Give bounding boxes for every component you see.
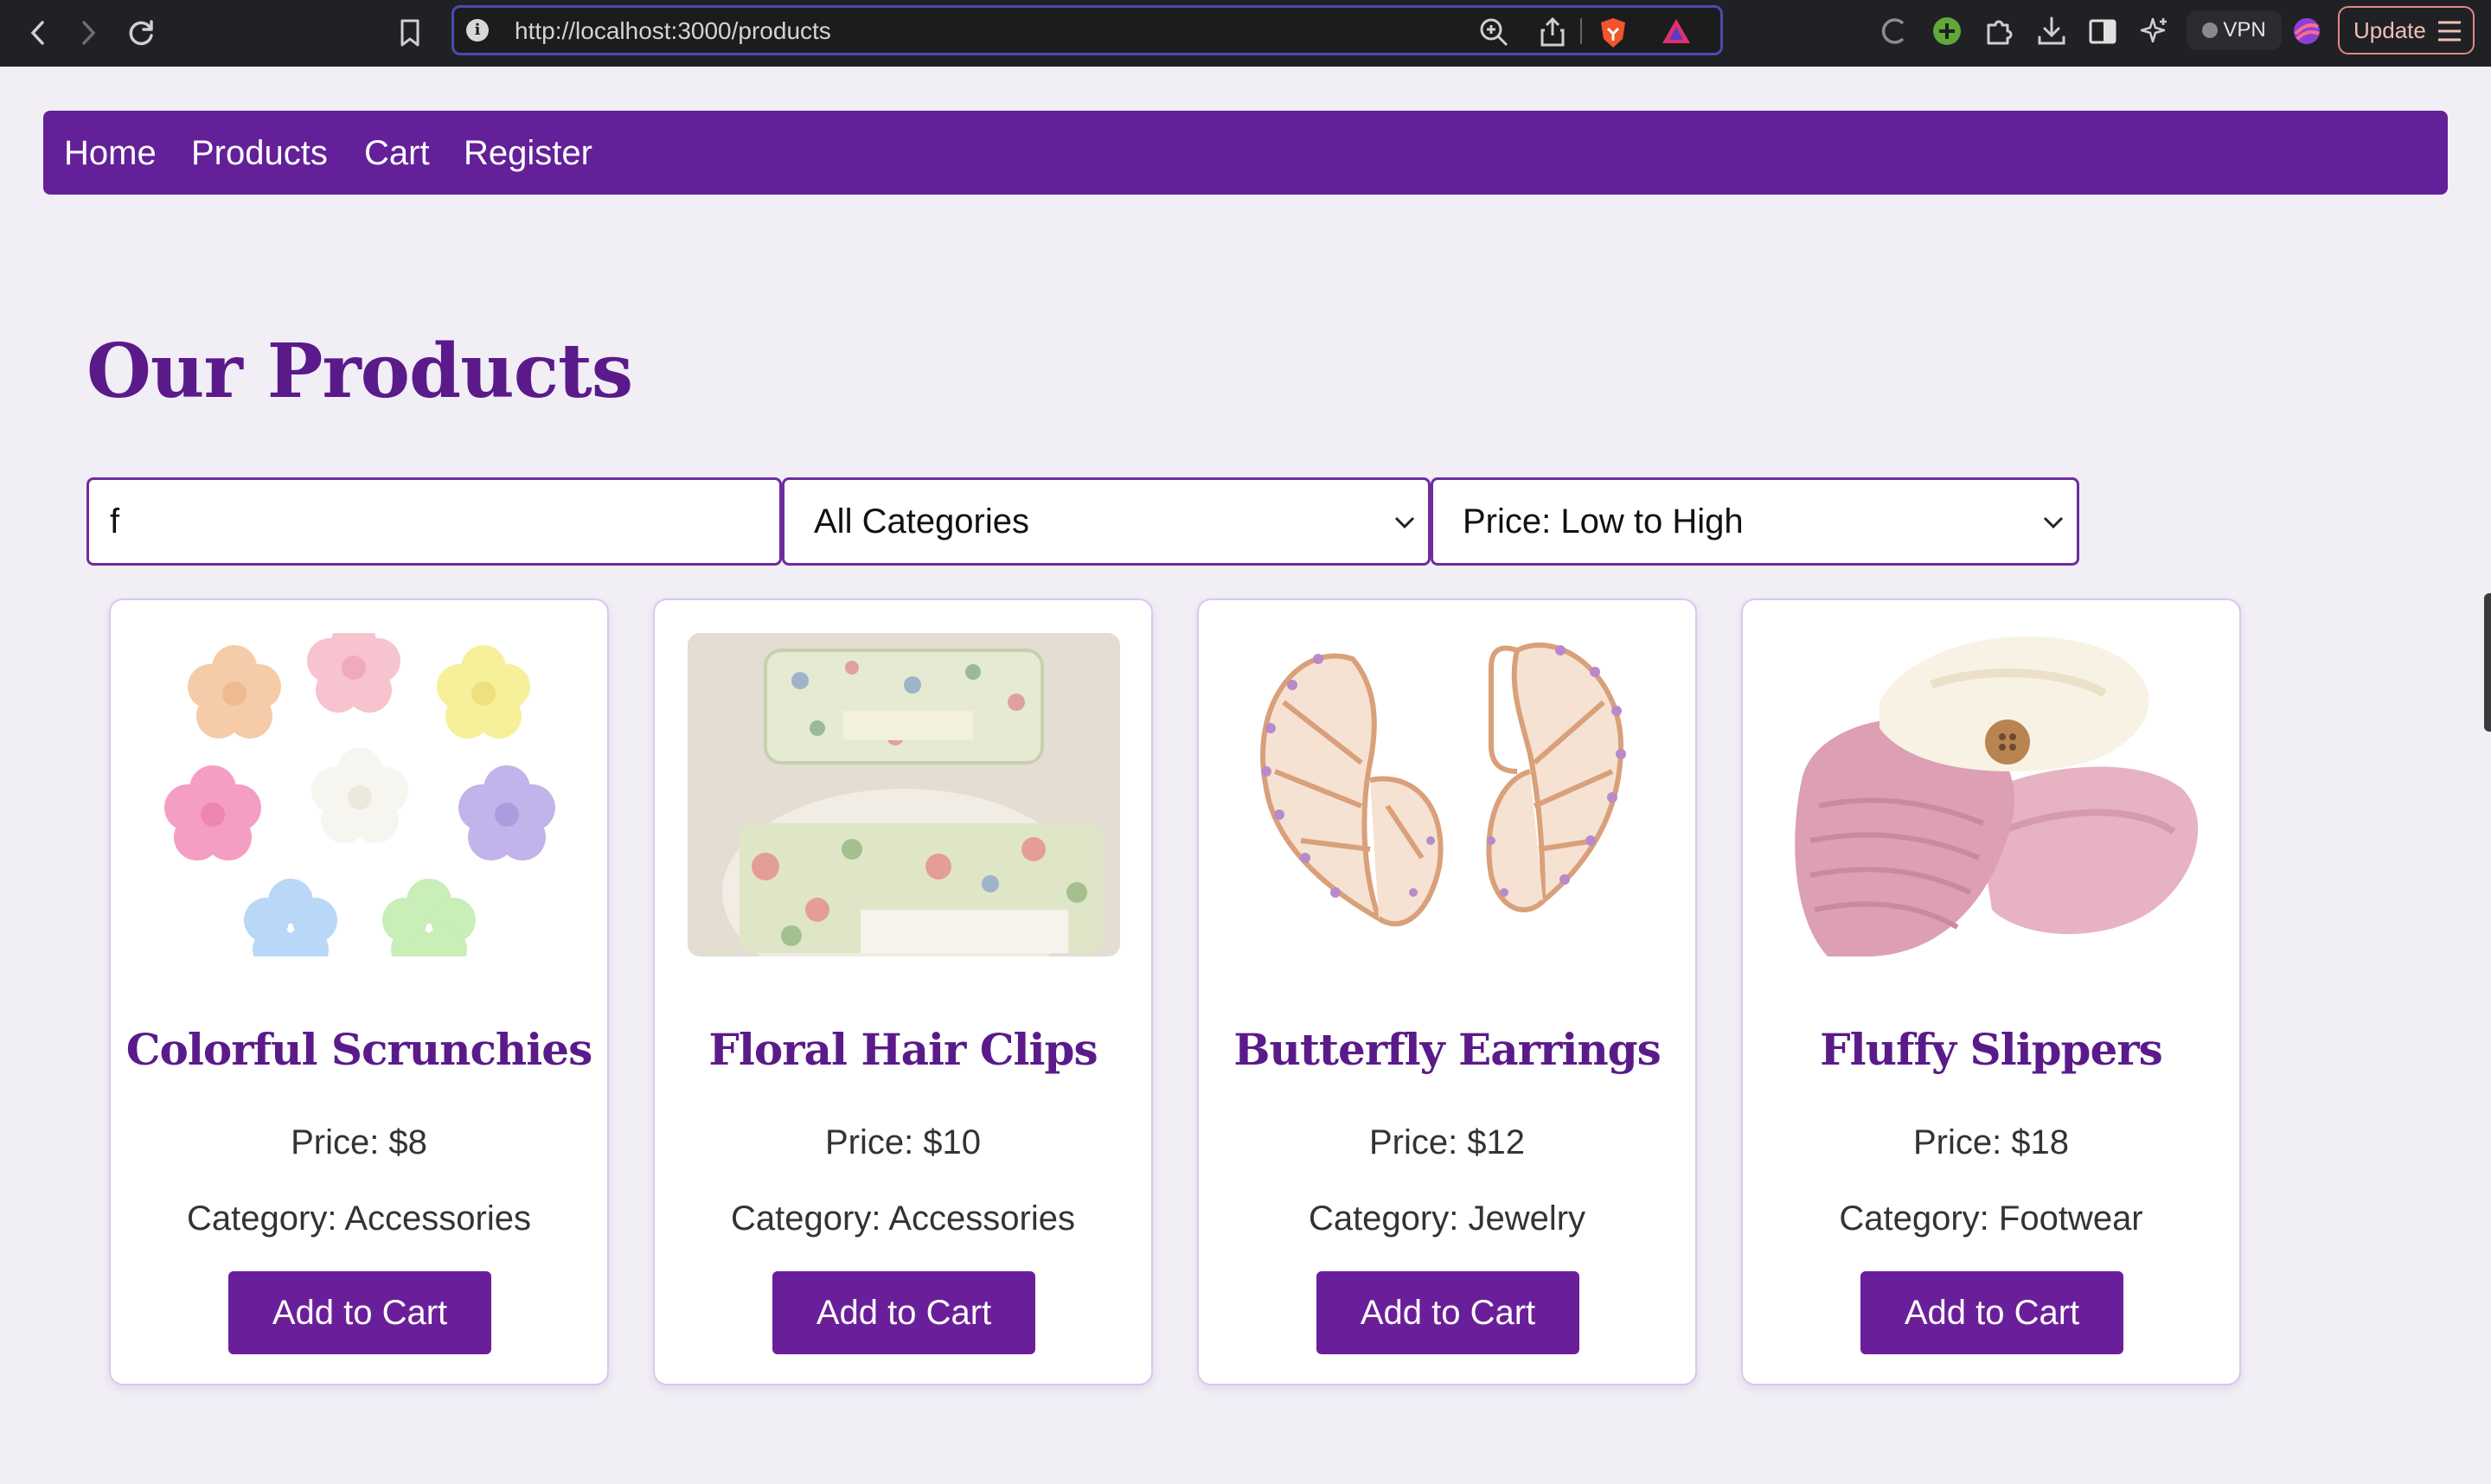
add-to-cart-button[interactable]: Add to Cart <box>772 1271 1035 1354</box>
leo-ai-icon[interactable] <box>2138 15 2171 48</box>
product-category: Category: Accessories <box>731 1199 1075 1238</box>
product-price: Price: $10 <box>824 1123 982 1161</box>
product-name: Butterfly Earrings <box>1233 1024 1662 1075</box>
vpn-label: VPN <box>2223 18 2266 42</box>
chevron-left-icon <box>30 21 44 45</box>
search-field[interactable] <box>86 477 782 566</box>
add-extension-icon[interactable] <box>1931 15 1963 48</box>
site-info-icon[interactable]: i <box>466 19 489 42</box>
sidebar-toggle-icon[interactable] <box>2086 15 2119 48</box>
product-category: Category: Accessories <box>187 1199 531 1238</box>
product-card: Floral Hair Clips Price: $10 Category: A… <box>653 598 1153 1385</box>
product-image <box>144 633 576 956</box>
product-image <box>1232 633 1664 956</box>
product-card: Butterfly Earrings Price: $12 Category: … <box>1197 598 1697 1385</box>
product-price: Price: $8 <box>291 1123 427 1161</box>
address-bar[interactable]: i http://localhost:3000/products <box>451 5 1723 55</box>
brave-rewards-icon[interactable] <box>1660 16 1693 46</box>
chevron-right-icon <box>82 21 96 45</box>
hamburger-menu-icon <box>2438 21 2461 42</box>
profile-avatar-icon[interactable] <box>2290 15 2323 48</box>
nav-register-link[interactable]: Register <box>464 133 592 173</box>
browser-toolbar: i http://localhost:3000/products VPN Upd… <box>0 0 2491 67</box>
vpn-status-dot <box>2202 22 2219 38</box>
zoom-icon[interactable] <box>1478 16 1509 48</box>
forward-button[interactable] <box>67 12 109 54</box>
add-to-cart-button[interactable]: Add to Cart <box>1316 1271 1579 1354</box>
product-name: Colorful Scrunchies <box>125 1024 592 1075</box>
bookmark-button[interactable] <box>389 12 431 54</box>
chevron-down-icon <box>2043 516 2064 529</box>
product-category: Category: Footwear <box>1839 1199 2143 1238</box>
address-bar-divider <box>1580 18 1582 44</box>
add-to-cart-button[interactable]: Add to Cart <box>1860 1271 2123 1354</box>
product-name: Floral Hair Clips <box>708 1024 1098 1075</box>
nav-cart-link[interactable]: Cart <box>364 133 430 173</box>
category-select-value: All Categories <box>814 502 1030 541</box>
url-text[interactable]: http://localhost:3000/products <box>515 18 831 44</box>
product-card: Fluffy Slippers Price: $18 Category: Foo… <box>1741 598 2241 1385</box>
reload-button[interactable] <box>121 12 163 54</box>
nav-products-link[interactable]: Products <box>191 133 328 173</box>
vpn-button[interactable]: VPN <box>2187 10 2282 50</box>
add-to-cart-button[interactable]: Add to Cart <box>228 1271 491 1354</box>
fluffy-slippers-image <box>1776 633 2208 956</box>
main-navbar: Home Products Cart Register <box>43 111 2448 195</box>
butterfly-earrings-image <box>1232 633 1664 956</box>
search-input[interactable] <box>89 480 779 564</box>
loading-icon[interactable] <box>1877 15 1910 48</box>
product-category: Category: Jewelry <box>1308 1199 1586 1238</box>
brave-shields-icon[interactable] <box>1598 16 1629 49</box>
product-image <box>688 633 1120 956</box>
reload-icon <box>129 20 153 46</box>
product-price: Price: $12 <box>1368 1123 1526 1161</box>
product-price: Price: $18 <box>1912 1123 2070 1161</box>
back-button[interactable] <box>17 12 59 54</box>
floral-hair-clips-image <box>688 633 1120 956</box>
update-button[interactable]: Update <box>2338 6 2475 54</box>
side-panel-handle[interactable] <box>2484 593 2491 732</box>
category-select[interactable]: All Categories <box>782 477 1431 566</box>
update-label: Update <box>2353 17 2426 43</box>
chevron-down-icon <box>1394 516 1415 529</box>
sort-select-value: Price: Low to High <box>1463 502 1744 541</box>
flower-claw-clips-image <box>144 633 576 956</box>
extensions-puzzle-icon[interactable] <box>1983 15 2016 48</box>
sort-select[interactable]: Price: Low to High <box>1431 477 2079 566</box>
download-icon[interactable] <box>2035 15 2068 48</box>
bookmark-icon <box>400 19 419 47</box>
page-title: Our Products <box>86 328 633 415</box>
share-icon[interactable] <box>1540 16 1566 48</box>
product-name: Fluffy Slippers <box>1820 1024 2163 1075</box>
product-card: Colorful Scrunchies Price: $8 Category: … <box>109 598 609 1385</box>
product-image <box>1776 633 2208 956</box>
nav-home-link[interactable]: Home <box>64 133 157 173</box>
